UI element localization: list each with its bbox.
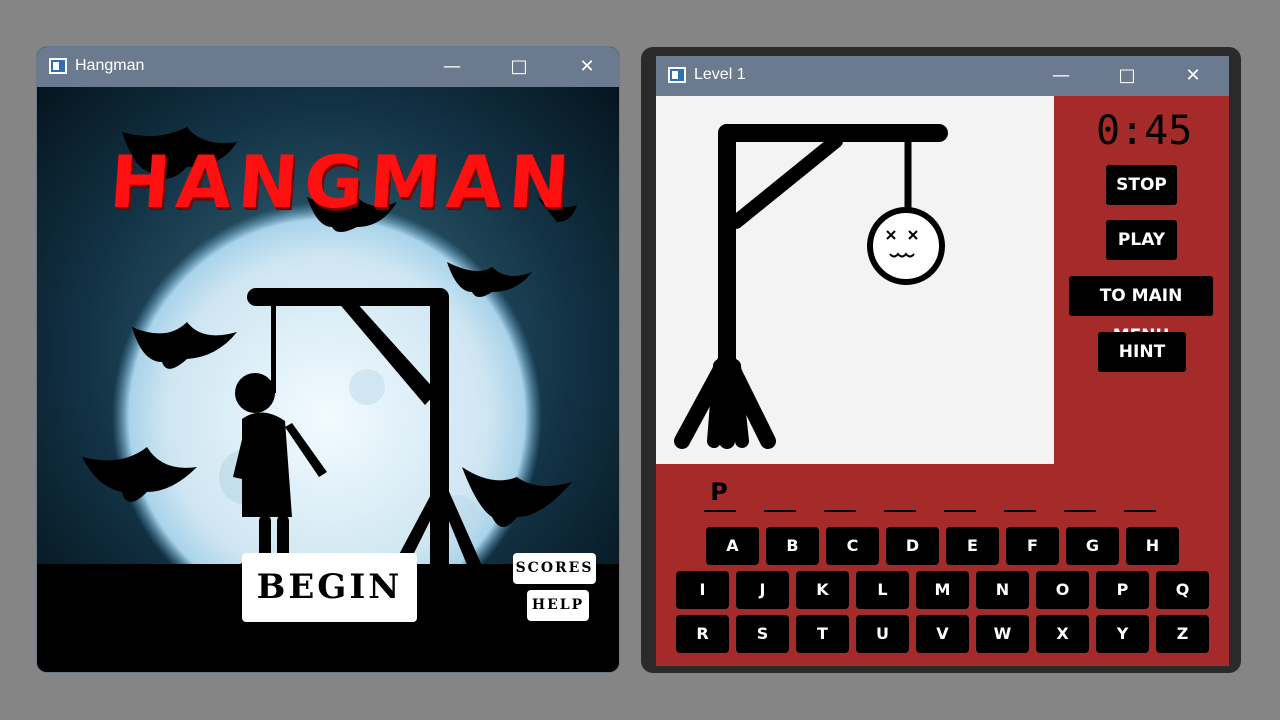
play-button[interactable]: PLAY: [1106, 220, 1177, 260]
key-q[interactable]: Q: [1156, 571, 1209, 609]
key-c[interactable]: C: [826, 527, 879, 565]
letter-slot: [884, 510, 916, 512]
key-t[interactable]: T: [796, 615, 849, 653]
key-p[interactable]: P: [1096, 571, 1149, 609]
hangman-main-window: Hangman — □ ✕ HANGMAN BEGIN SCORES HELP: [37, 47, 619, 672]
key-y[interactable]: Y: [1096, 615, 1149, 653]
level-window-title: Level 1: [694, 66, 746, 83]
key-a[interactable]: A: [706, 527, 759, 565]
key-j[interactable]: J: [736, 571, 789, 609]
letter-slot: [1124, 510, 1156, 512]
key-f[interactable]: F: [1006, 527, 1059, 565]
key-r[interactable]: R: [676, 615, 729, 653]
key-l[interactable]: L: [856, 571, 909, 609]
key-i[interactable]: I: [676, 571, 729, 609]
key-v[interactable]: V: [916, 615, 969, 653]
key-n[interactable]: N: [976, 571, 1029, 609]
maximize-icon[interactable]: □: [1112, 62, 1142, 90]
key-m[interactable]: M: [916, 571, 969, 609]
to-main-menu-button[interactable]: TO MAIN MENU: [1069, 276, 1213, 346]
scores-button[interactable]: SCORES: [513, 553, 596, 584]
maximize-icon[interactable]: □: [504, 53, 534, 81]
letter-slot: [824, 510, 856, 512]
gallows-drawing: [674, 124, 948, 449]
hangman-drawing-area: [656, 96, 1054, 464]
letter-slot: [944, 510, 976, 512]
stop-button[interactable]: STOP: [1106, 165, 1177, 205]
begin-button[interactable]: BEGIN: [242, 553, 417, 622]
letter-slot: [764, 510, 796, 512]
key-b[interactable]: B: [766, 527, 819, 565]
key-e[interactable]: E: [946, 527, 999, 565]
key-g[interactable]: G: [1066, 527, 1119, 565]
main-titlebar[interactable]: Hangman — □ ✕: [37, 47, 619, 87]
revealed-letter: P: [710, 478, 728, 506]
key-o[interactable]: O: [1036, 571, 1089, 609]
hangman-logo-title: HANGMAN: [107, 140, 578, 224]
key-h[interactable]: H: [1126, 527, 1179, 565]
close-icon[interactable]: ✕: [1178, 62, 1208, 90]
close-icon[interactable]: ✕: [572, 53, 602, 81]
hint-button[interactable]: HINT: [1098, 332, 1186, 372]
hanged-head: [867, 207, 945, 285]
key-k[interactable]: K: [796, 571, 849, 609]
letter-slot: [1064, 510, 1096, 512]
main-window-title: Hangman: [75, 57, 145, 74]
countdown-timer: 0:45: [1096, 108, 1193, 154]
minimize-icon[interactable]: —: [1046, 62, 1076, 90]
letter-slot: [704, 510, 736, 512]
key-x[interactable]: X: [1036, 615, 1089, 653]
minimize-icon[interactable]: —: [437, 53, 467, 81]
key-w[interactable]: W: [976, 615, 1029, 653]
letter-slot: [1004, 510, 1036, 512]
key-u[interactable]: U: [856, 615, 909, 653]
key-s[interactable]: S: [736, 615, 789, 653]
key-z[interactable]: Z: [1156, 615, 1209, 653]
level-titlebar[interactable]: Level 1 — □ ✕: [656, 56, 1229, 96]
help-button[interactable]: HELP: [527, 590, 589, 621]
key-d[interactable]: D: [886, 527, 939, 565]
app-icon: [49, 58, 67, 74]
level-window: Level 1 — □ ✕ 0:45 STOP PLAY TO MAIN HIN…: [656, 56, 1229, 666]
app-icon: [668, 67, 686, 83]
